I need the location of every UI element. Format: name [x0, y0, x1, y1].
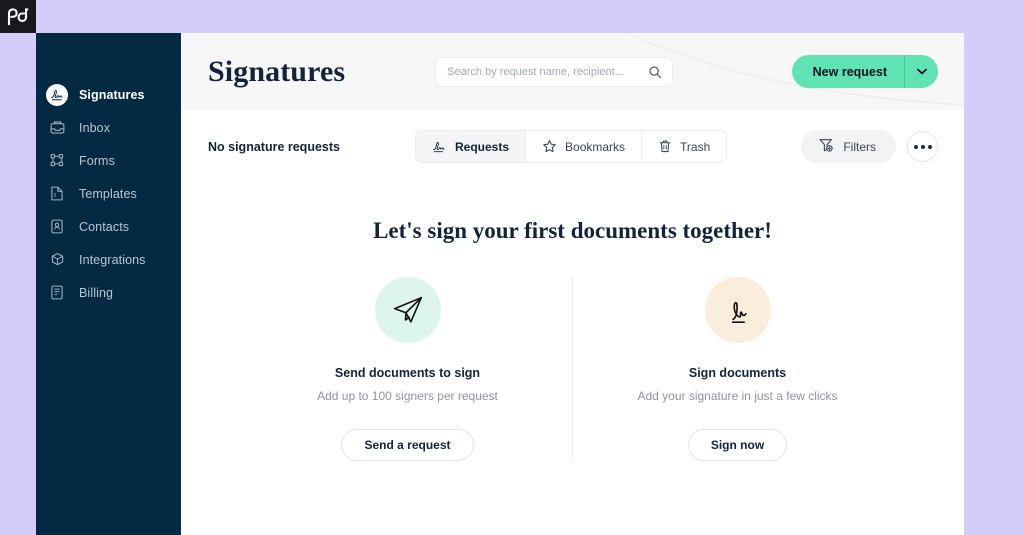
sidebar-item-label: Signatures — [79, 87, 145, 102]
filter-add-icon — [818, 137, 834, 156]
card-sign-documents: Sign documents Add your signature in jus… — [573, 277, 902, 461]
more-options-button[interactable] — [907, 131, 938, 162]
chevron-down-icon[interactable] — [904, 55, 938, 88]
toolbar: No signature requests Requests Bookmarks… — [181, 110, 964, 183]
card-title: Send documents to sign — [334, 366, 481, 380]
template-icon — [46, 183, 68, 205]
card-subtitle: Add up to 100 signers per request — [317, 389, 498, 403]
card-send-documents: Send documents to sign Add up to 100 sig… — [243, 277, 572, 461]
sidebar-item-billing[interactable]: Billing — [36, 276, 181, 309]
main-content: Signatures New request — [181, 33, 964, 535]
more-horizontal-icon — [920, 144, 925, 149]
search-icon[interactable] — [648, 65, 663, 79]
tab-label: Bookmarks — [565, 139, 626, 154]
new-request-label[interactable]: New request — [792, 55, 904, 88]
page-title: Signatures — [208, 54, 346, 88]
tab-bookmarks[interactable]: Bookmarks — [526, 131, 643, 162]
inbox-icon — [46, 117, 68, 139]
sidebar: Signatures Inbox Forms Templates Contact… — [36, 33, 181, 535]
billing-icon — [46, 282, 68, 304]
view-tabs: Requests Bookmarks Trash — [414, 130, 728, 163]
paper-plane-icon — [374, 277, 441, 343]
signature-icon — [46, 83, 68, 106]
tab-label: Trash — [680, 139, 711, 154]
sidebar-item-label: Inbox — [79, 120, 111, 135]
screen-root: Signatures Inbox Forms Templates Contact… — [0, 0, 1024, 535]
search-box[interactable] — [435, 56, 674, 87]
sidebar-item-label: Contacts — [79, 219, 130, 234]
sidebar-item-templates[interactable]: Templates — [36, 177, 181, 210]
app-window: Signatures Inbox Forms Templates Contact… — [36, 33, 964, 535]
page-header: Signatures New request — [181, 33, 964, 110]
trash-icon — [658, 139, 672, 154]
send-a-request-button[interactable]: Send a request — [341, 429, 474, 461]
sidebar-item-label: Templates — [79, 186, 137, 201]
integrations-icon — [46, 249, 68, 271]
filters-label: Filters — [843, 139, 876, 154]
sidebar-item-contacts[interactable]: Contacts — [36, 210, 181, 243]
sidebar-item-integrations[interactable]: Integrations — [36, 243, 181, 276]
more-horizontal-icon — [913, 144, 918, 149]
tab-label: Requests — [454, 139, 510, 154]
tab-requests[interactable]: Requests — [415, 131, 527, 162]
signature-icon — [432, 141, 447, 153]
new-request-button[interactable]: New request — [791, 55, 938, 88]
sidebar-item-signatures[interactable]: Signatures — [36, 78, 181, 111]
card-subtitle: Add your signature in just a few clicks — [637, 389, 838, 403]
search-input[interactable] — [447, 65, 649, 78]
star-icon — [542, 139, 557, 154]
onboarding-cards: Send documents to sign Add up to 100 sig… — [243, 277, 902, 461]
sidebar-item-label: Integrations — [79, 252, 146, 267]
pandadoc-logo[interactable] — [0, 0, 36, 33]
toolbar-actions: Filters — [801, 130, 938, 163]
sidebar-item-forms[interactable]: Forms — [36, 144, 181, 177]
card-title: Sign documents — [688, 366, 787, 380]
sidebar-item-label: Forms — [79, 153, 115, 168]
empty-state-heading: Let's sign your first documents together… — [373, 218, 772, 243]
empty-requests-label: No signature requests — [208, 139, 340, 154]
empty-state: Let's sign your first documents together… — [181, 183, 964, 535]
filters-button[interactable]: Filters — [801, 130, 896, 163]
sign-now-button[interactable]: Sign now — [687, 429, 788, 461]
sidebar-item-inbox[interactable]: Inbox — [36, 111, 181, 144]
tab-trash[interactable]: Trash — [642, 131, 727, 162]
forms-icon — [46, 150, 68, 172]
sidebar-item-label: Billing — [79, 285, 114, 300]
more-horizontal-icon — [927, 144, 932, 149]
signature-scribble-icon — [704, 277, 771, 343]
contacts-icon — [46, 216, 68, 238]
